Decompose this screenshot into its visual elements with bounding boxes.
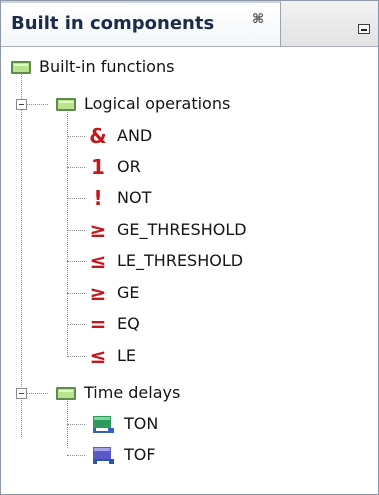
tree-item-label: TOF [124,445,156,464]
tree-item-label: AND [117,126,153,145]
not-icon: ! [93,186,103,210]
eq-icon: = [89,312,107,336]
tree-branch-line [67,455,85,456]
tree-branch-line [27,393,48,394]
tree-branch-line [67,261,85,262]
and-icon: & [89,124,107,148]
ge-threshold-icon: ≥ [89,218,107,242]
tree-branch-line [67,136,85,137]
le-icon: ≤ [89,344,107,368]
tree-branch-line [67,424,85,425]
folder-icon [56,98,76,111]
tree-node-label: Logical operations [84,94,231,113]
folder-icon [56,387,76,400]
tab-built-in-components[interactable]: Built in components ⌘ [1,1,281,46]
built-in-components-panel: Built in components ⌘ Built-in functions… [0,0,379,495]
tree-item-label: OR [117,157,141,176]
tab-close-icon[interactable]: ⌘ [252,12,264,27]
tree-branch-line [67,167,85,168]
tree-branch-line [67,230,85,231]
tree-branch-line [67,293,85,294]
tree-item-label: TON [124,414,159,433]
tof-timer-icon [93,447,114,464]
tree-branch-line [67,324,85,325]
tree-item-label: GE_THRESHOLD [117,220,247,239]
tree-branch-line [27,104,48,105]
panel-tab-bar: Built in components ⌘ [1,1,378,47]
ton-timer-icon [93,416,114,433]
or-icon: 1 [91,155,105,179]
tree-node-label: Time delays [84,383,181,402]
collapse-icon[interactable] [16,99,27,110]
minimize-icon[interactable] [358,24,370,34]
tab-title: Built in components [11,13,215,34]
tree-root-label: Built-in functions [39,57,175,76]
ge-icon: ≥ [89,281,107,305]
components-tree: Built-in functions Logical operations & … [1,47,378,494]
tree-item-label: NOT [117,188,152,207]
tree-guide-line [67,393,68,448]
tree-item-label: LE [117,346,137,365]
tree-branch-line [67,198,85,199]
tree-item-label: GE [117,283,140,302]
tree-guide-line [21,73,22,437]
collapse-icon[interactable] [16,388,27,399]
tree-item-label: EQ [117,314,140,333]
tree-item-label: LE_THRESHOLD [117,251,244,270]
le-threshold-icon: ≤ [89,249,107,273]
tree-branch-line [67,356,85,357]
